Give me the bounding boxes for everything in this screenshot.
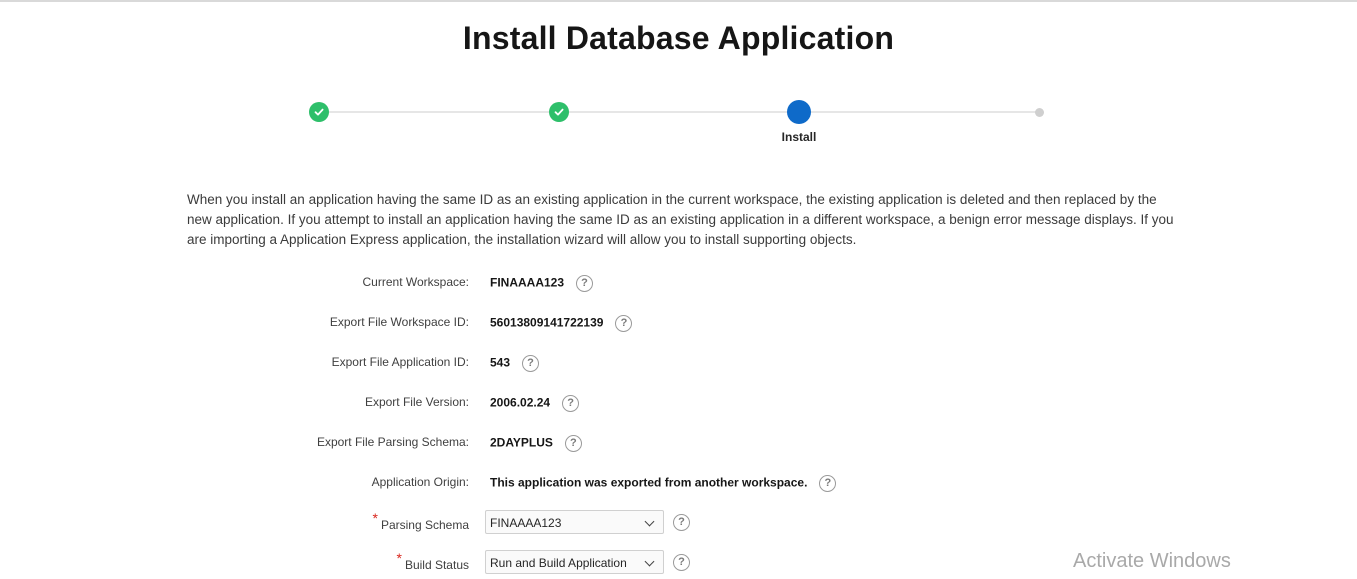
field-label: * Build Status bbox=[396, 550, 470, 572]
field-label: Application Origin: bbox=[371, 475, 469, 489]
application-origin-row: Application Origin: This application was… bbox=[0, 468, 1357, 498]
page-title: Install Database Application bbox=[462, 20, 895, 56]
field-label: Export File Workspace ID: bbox=[329, 315, 469, 329]
parsing-schema-select[interactable]: FINAAAA123 bbox=[485, 510, 664, 534]
required-marker: * bbox=[396, 550, 402, 566]
export-version-value: 2006.02.24? bbox=[490, 395, 580, 412]
export-application-id-value: 543? bbox=[490, 355, 540, 372]
install-description: When you install an application having t… bbox=[187, 192, 1174, 247]
activate-windows-watermark: Activate Windows bbox=[1073, 550, 1231, 572]
wizard-connector bbox=[319, 111, 559, 113]
help-icon[interactable]: ? bbox=[522, 355, 540, 372]
check-icon bbox=[549, 102, 569, 122]
field-label: Export File Version: bbox=[364, 395, 469, 409]
wizard-progress: Install bbox=[0, 96, 1357, 156]
help-icon[interactable]: ? bbox=[564, 435, 582, 452]
required-marker: * bbox=[372, 510, 378, 526]
wizard-connector bbox=[799, 111, 1039, 113]
future-step-marker bbox=[1034, 107, 1044, 117]
help-icon[interactable]: ? bbox=[562, 395, 580, 412]
chevron-down-icon bbox=[644, 556, 655, 567]
help-icon[interactable]: ? bbox=[819, 475, 837, 492]
field-label: * Parsing Schema bbox=[372, 510, 470, 532]
export-parsing-schema-value: 2DAYPLUS? bbox=[490, 435, 582, 452]
chevron-down-icon bbox=[644, 516, 655, 527]
current-step-marker bbox=[787, 100, 811, 124]
wizard-step-label: Install bbox=[781, 130, 817, 144]
export-parsing-schema-row: Export File Parsing Schema: 2DAYPLUS? bbox=[0, 428, 1357, 458]
wizard-connector bbox=[559, 111, 799, 113]
help-icon[interactable]: ? bbox=[615, 315, 633, 332]
export-workspace-id-value: 56013809141722139? bbox=[490, 315, 633, 332]
field-label: Export File Parsing Schema: bbox=[316, 435, 469, 449]
top-divider bbox=[0, 0, 1357, 2]
current-workspace-value: FINAAAA123? bbox=[490, 275, 594, 292]
build-status-select[interactable]: Run and Build Application bbox=[485, 550, 664, 574]
export-workspace-id-row: Export File Workspace ID: 56013809141722… bbox=[0, 308, 1357, 338]
application-origin-value: This application was exported from anoth… bbox=[490, 475, 837, 492]
export-application-id-row: Export File Application ID: 543? bbox=[0, 348, 1357, 378]
field-label: Current Workspace: bbox=[362, 275, 469, 289]
field-label: Export File Application ID: bbox=[331, 355, 469, 369]
check-icon bbox=[309, 102, 329, 122]
select-value: Run and Build Application bbox=[490, 556, 627, 570]
help-icon[interactable]: ? bbox=[673, 514, 690, 531]
parsing-schema-row: * Parsing Schema FINAAAA123 ? bbox=[0, 509, 1357, 539]
current-workspace-row: Current Workspace: FINAAAA123? bbox=[0, 268, 1357, 298]
help-icon[interactable]: ? bbox=[576, 275, 594, 292]
select-value: FINAAAA123 bbox=[490, 516, 562, 530]
help-icon[interactable]: ? bbox=[673, 554, 690, 571]
export-version-row: Export File Version: 2006.02.24? bbox=[0, 388, 1357, 418]
